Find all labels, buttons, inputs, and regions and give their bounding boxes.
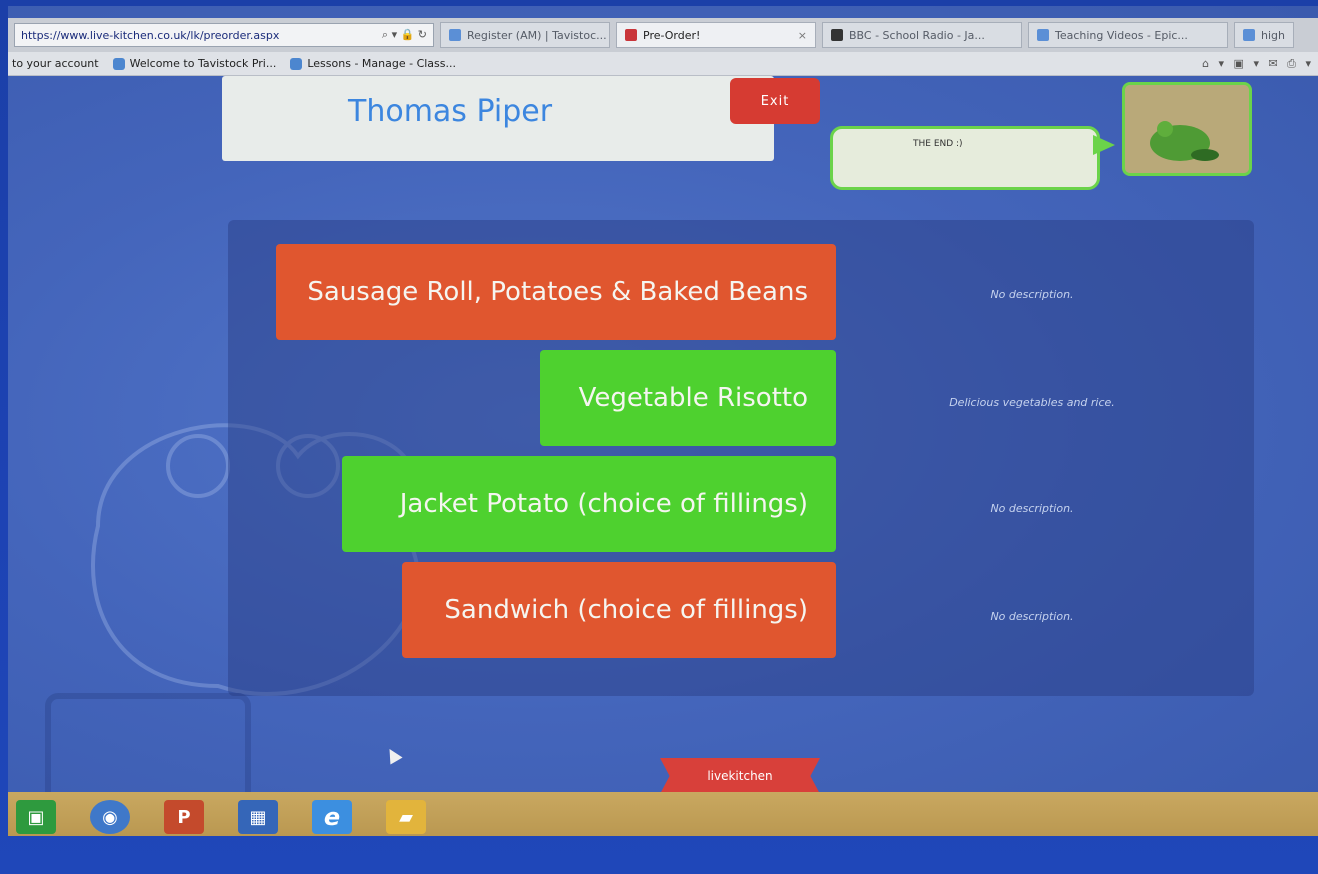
meal-option-vegetable-risotto[interactable]: Vegetable Risotto [540,350,836,446]
meal-label: Vegetable Risotto [578,383,808,413]
livekitchen-logo: livekitchen [660,758,820,794]
meal-description: No description. [990,288,1074,301]
speech-text: THE END :) [913,139,963,149]
smartboard-icon[interactable]: ▦ [238,800,278,834]
meal-label: Jacket Potato (choice of fillings) [399,489,808,519]
meal-label: Sandwich (choice of fillings) [444,595,808,625]
favorite-label: to your account [12,57,99,70]
tab-label: BBC - School Radio - Ja... [849,28,985,42]
favorite-label: Welcome to Tavistock Pri... [129,57,277,70]
chrome-icon[interactable]: ◉ [90,800,130,834]
frog-avatar-image [1122,82,1252,176]
meal-description: Delicious vegetables and rice. [949,396,1115,409]
page-icon [290,57,303,70]
favorite-tavistock[interactable]: Welcome to Tavistock Pri... [112,57,277,70]
meal-description: No description. [990,502,1074,515]
frog-icon [1125,85,1249,173]
file-explorer-icon[interactable]: ▰ [386,800,426,834]
close-tab-icon[interactable]: × [798,29,807,42]
tab-pre-order[interactable]: Pre-Order! × [616,22,816,48]
student-name-card: Thomas Piper [222,76,774,161]
speech-bubble: THE END :) [830,126,1115,190]
tab-label: Register (AM) | Tavistoc... [467,28,607,42]
tab-teaching-videos[interactable]: Teaching Videos - Epic... [1028,22,1228,48]
ie-page-icon [1037,29,1049,41]
ie-page-icon [112,57,125,70]
meal-label: Sausage Roll, Potatoes & Baked Beans [307,277,808,307]
bbc-page-icon [831,29,843,41]
tab-bbc[interactable]: BBC - School Radio - Ja... [822,22,1022,48]
favorites-bar: to your account Welcome to Tavistock Pri… [8,52,1318,76]
address-url[interactable]: https://www.live-kitchen.co.uk/lk/preord… [21,29,279,42]
internet-explorer-icon[interactable]: e [312,800,352,834]
address-controls[interactable]: ⌕ ▾ 🔒 ↻ [382,28,427,42]
tab-high[interactable]: high [1234,22,1294,48]
tab-label: Teaching Videos - Epic... [1055,28,1188,42]
exit-button[interactable]: Exit [730,78,820,124]
tab-register[interactable]: Register (AM) | Tavistoc... [440,22,610,48]
screen: https://www.live-kitchen.co.uk/lk/preord… [8,6,1318,836]
tab-label: high [1261,28,1285,42]
favorite-label: Lessons - Manage - Class... [307,57,457,70]
ie-page-icon [449,29,461,41]
meal-description: No description. [990,610,1074,623]
address-bar[interactable]: https://www.live-kitchen.co.uk/lk/preord… [14,23,434,47]
tab-label: Pre-Order! [643,28,701,42]
ie-page-icon [1243,29,1255,41]
store-icon[interactable]: ▣ [16,800,56,834]
projection-frame: https://www.live-kitchen.co.uk/lk/preord… [0,0,1318,874]
meal-option-sausage-roll[interactable]: Sausage Roll, Potatoes & Baked Beans [276,244,836,340]
student-name: Thomas Piper [348,94,553,129]
favorite-account[interactable]: to your account [12,57,99,70]
browser-tabbar: https://www.live-kitchen.co.uk/lk/preord… [8,18,1318,52]
favorite-lessons[interactable]: Lessons - Manage - Class... [290,57,456,70]
pre-order-page-icon [625,29,637,41]
command-bar-tools[interactable]: ⌂ ▾ ▣ ▾ ✉ ⎙ ▾ [1202,57,1314,71]
powerpoint-icon[interactable]: P [164,800,204,834]
meal-option-jacket-potato[interactable]: Jacket Potato (choice of fillings) [342,456,836,552]
meal-option-sandwich[interactable]: Sandwich (choice of fillings) [402,562,836,658]
windows-taskbar: ▣ ◉ P ▦ e ▰ [8,792,1318,836]
